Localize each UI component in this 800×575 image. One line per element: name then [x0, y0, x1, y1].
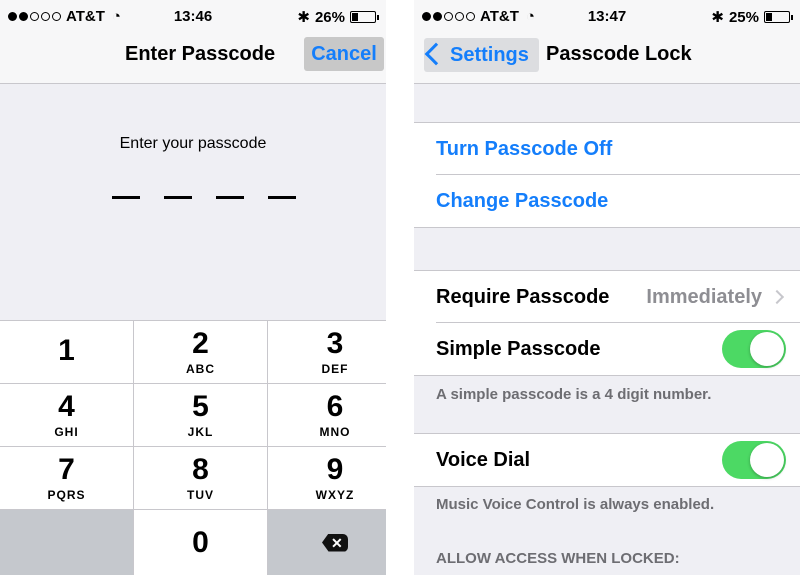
voice-dial-toggle[interactable]: [722, 441, 786, 479]
key-digit: 6: [326, 389, 344, 423]
status-right: ✱ 26%: [297, 8, 379, 26]
key-5[interactable]: 5 JKL: [134, 383, 268, 446]
status-right: ✱ 25%: [711, 8, 793, 26]
key-letters: TUV: [187, 487, 214, 502]
key-7[interactable]: 7 PQRS: [0, 446, 134, 509]
key-digit: 7: [58, 452, 75, 486]
simple-passcode-toggle[interactable]: [722, 330, 786, 368]
key-digit: 2: [192, 326, 209, 360]
enter-passcode-screen: AT&T ◔ 13:46 ✱ 26% Enter Passcode Cancel…: [0, 0, 386, 575]
back-button-label: Settings: [450, 43, 529, 66]
backspace-icon: ✕: [322, 533, 348, 552]
voice-dial-row: Voice Dial: [414, 434, 800, 486]
battery-icon: [350, 11, 379, 23]
require-passcode-row[interactable]: Require Passcode Immediately: [414, 271, 800, 323]
voice-dial-label: Voice Dial: [436, 448, 531, 471]
toggle-knob: [750, 332, 784, 366]
delete-key[interactable]: ✕: [268, 509, 386, 575]
key-2[interactable]: 2 ABC: [134, 320, 268, 383]
key-digit: 5: [192, 389, 209, 423]
simple-passcode-row: Simple Passcode: [414, 323, 800, 375]
key-letters: ABC: [186, 361, 215, 376]
page-title: Passcode Lock: [546, 43, 692, 65]
chevron-left-icon: [424, 42, 448, 66]
key-3[interactable]: 3 DEF: [268, 320, 386, 383]
divider: [414, 486, 800, 487]
divider: [414, 227, 800, 228]
passcode-digit-slot: [164, 196, 192, 199]
change-passcode-label: Change Passcode: [436, 189, 609, 212]
key-4[interactable]: 4 GHI: [0, 383, 134, 446]
require-passcode-label: Require Passcode: [436, 285, 610, 308]
key-letters: JKL: [187, 424, 214, 439]
key-letters: GHI: [54, 424, 79, 439]
change-passcode-button[interactable]: Change Passcode: [414, 175, 800, 227]
bluetooth-icon: ✱: [297, 9, 310, 26]
turn-passcode-off-button[interactable]: Turn Passcode Off: [414, 123, 800, 175]
key-letters: MNO: [319, 424, 351, 439]
battery-percent: 25%: [728, 8, 759, 26]
divider: [414, 375, 800, 376]
voice-dial-footnote: Music Voice Control is always enabled.: [436, 496, 715, 513]
key-digit: 3: [326, 326, 344, 360]
key-8[interactable]: 8 TUV: [134, 446, 268, 509]
passcode-digit-slot: [216, 196, 244, 199]
key-digit: 1: [58, 333, 75, 367]
key-1[interactable]: 1: [0, 320, 134, 383]
key-6[interactable]: 6 MNO: [268, 383, 386, 446]
cancel-button[interactable]: Cancel: [304, 37, 384, 71]
key-letters: PQRS: [47, 487, 86, 502]
simple-passcode-footnote: A simple passcode is a 4 digit number.: [436, 386, 712, 403]
passcode-digit-slot: [112, 196, 140, 199]
passcode-prompt: Enter your passcode: [119, 135, 267, 152]
bluetooth-icon: ✱: [711, 9, 724, 26]
battery-percent: 26%: [314, 8, 345, 26]
key-digit: 0: [192, 525, 209, 559]
allow-access-header: ALLOW ACCESS WHEN LOCKED:: [436, 550, 680, 567]
passcode-digit-slot: [268, 196, 296, 199]
key-letters: DEF: [321, 361, 349, 376]
require-passcode-value: Immediately: [646, 285, 762, 308]
page-title: Enter Passcode: [125, 43, 276, 65]
key-blank: [0, 509, 134, 575]
chevron-right-icon: [769, 289, 785, 305]
status-bar: AT&T ◔ 13:46 ✱ 26%: [0, 0, 386, 32]
key-letters: WXYZ: [315, 487, 355, 502]
status-bar: AT&T ◔ 13:47 ✱ 25%: [414, 0, 800, 32]
toggle-knob: [750, 443, 784, 477]
key-digit: 4: [58, 389, 75, 423]
key-digit: 9: [326, 452, 344, 486]
passcode-entry: [112, 196, 296, 199]
battery-icon: [764, 11, 793, 23]
key-0[interactable]: 0: [134, 509, 268, 575]
turn-passcode-off-label: Turn Passcode Off: [436, 137, 613, 160]
key-9[interactable]: 9 WXYZ: [268, 446, 386, 509]
numeric-keypad: 1 2 ABC 3 DEF 4 GHI 5 JKL 6 MNO 7 PQRS 8 TUV 9W…: [0, 320, 386, 575]
key-digit: 8: [192, 452, 209, 486]
nav-bar: AT&T ◔ 13:47 ✱ 25% Settings Passcode Loc…: [414, 0, 800, 84]
passcode-lock-settings-screen: AT&T ◔ 13:47 ✱ 25% Settings Passcode Loc…: [414, 0, 800, 575]
back-button[interactable]: Settings: [424, 38, 539, 72]
nav-bar: AT&T ◔ 13:46 ✱ 26% Enter Passcode Cancel: [0, 0, 386, 84]
simple-passcode-label: Simple Passcode: [436, 337, 601, 360]
